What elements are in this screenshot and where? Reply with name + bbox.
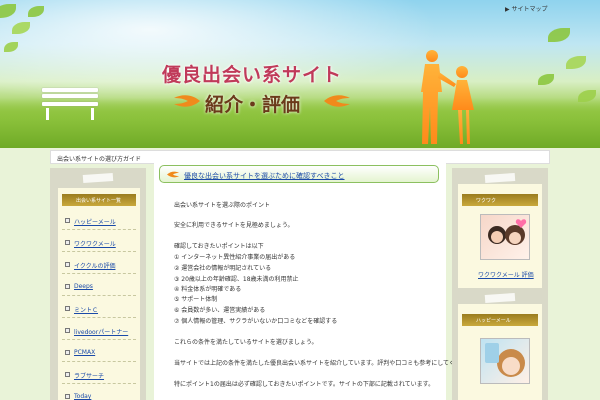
article-text: ⑤ サポート体制	[174, 296, 218, 303]
flame-icon	[167, 171, 179, 178]
checkbox-icon	[65, 240, 70, 245]
breadcrumb-text: 出会い系サイトの選び方ガイド	[57, 156, 142, 163]
article-text: ③ 20歳以上の年齢確認、18歳未満の利用禁止	[174, 276, 299, 283]
sitemap-link[interactable]: ▶ サイトマップ	[505, 4, 548, 13]
right-sidebar: ワクワク ワクワクメール 評価 ハッピーメール	[452, 168, 548, 400]
bench-illustration	[42, 88, 98, 120]
left-sidebar: 出会い系サイト一覧 ハッピーメール ワクワクメール イククルの評価 Deeps …	[50, 168, 146, 400]
flame-icon	[324, 95, 350, 107]
article-text: これらの条件を満たしているサイトを選びましょう。	[174, 339, 318, 346]
couple-silhouette-icon	[421, 50, 474, 144]
sidebar-item[interactable]: Today	[62, 386, 136, 400]
sidebar-item[interactable]: イククルの評価	[62, 254, 136, 274]
article-text: ① インターネット異性紹介事業の届出がある	[174, 254, 296, 261]
article-text: 当サイトでは上記の条件を満たした優良出会い系サイトを紹介しています。評判や口コミ…	[174, 360, 479, 367]
checkbox-icon	[65, 306, 70, 311]
checkbox-icon	[65, 284, 70, 289]
site-header: 優良出会い系サイト 紹介・評価 ▶ サイトマップ	[0, 0, 600, 148]
main-content: 優良な出会い系サイトを選ぶために確認すべきこと 出会い系サイトを選ぶ際のポイント…	[154, 160, 479, 400]
checkbox-icon	[65, 328, 70, 333]
checkbox-icon	[65, 262, 70, 267]
site-list-box: 出会い系サイト一覧 ハッピーメール ワクワクメール イククルの評価 Deeps …	[58, 188, 140, 400]
wakuwaku-box: ワクワク ワクワクメール 評価	[458, 184, 542, 288]
checkbox-icon	[65, 394, 70, 399]
article-text: ⑦ 個人情報の管理、サクラがいないか口コミなどを確認する	[174, 318, 338, 325]
happymail-box: ハッピーメール	[458, 304, 542, 400]
checkbox-icon	[65, 218, 70, 223]
wakuwaku-link[interactable]: ワクワクメール 評価	[478, 270, 534, 279]
article-title-link[interactable]: 優良な出会い系サイトを選ぶために確認すべきこと	[184, 171, 345, 181]
article-text: 安全に利用できるサイトを見極めましょう。	[174, 222, 294, 229]
flame-icon	[174, 95, 200, 107]
site-subtitle: 紹介・評価	[205, 94, 301, 116]
profile-photo[interactable]	[480, 214, 530, 260]
sidebar-item[interactable]: ラブサーチ	[62, 364, 136, 384]
wakuwaku-heading: ワクワク	[462, 194, 538, 206]
site-list-heading: 出会い系サイト一覧	[62, 194, 136, 206]
article-text: 特にポイント1の届出は必ず確認しておきたいポイントです。サイトの下部に記載されて…	[174, 381, 435, 388]
couple-photo-icon	[488, 219, 527, 245]
checkbox-icon	[65, 350, 70, 355]
article-text: 確認しておきたいポイントは以下	[174, 243, 264, 250]
article-text: ② 運営会社の情報が明記されている	[174, 265, 272, 272]
article-text: 出会い系サイトを選ぶ際のポイント	[174, 202, 271, 209]
sidebar-item[interactable]: ハッピーメール	[62, 210, 136, 230]
article-text: ⑥ 会員数が多い、運営実績がある	[174, 307, 266, 314]
sidebar-item[interactable]: ワクワクメール	[62, 232, 136, 252]
sidebar-item[interactable]: ミントＣ	[62, 298, 136, 318]
checkbox-icon	[65, 372, 70, 377]
woman-photo-icon	[485, 343, 525, 377]
tape-decoration	[484, 172, 516, 184]
site-title: 優良出会い系サイト	[162, 64, 343, 86]
tape-decoration	[82, 172, 114, 184]
article-title-bar: 優良な出会い系サイトを選ぶために確認すべきこと	[159, 165, 439, 183]
sidebar-item[interactable]: PCMAX	[62, 342, 136, 362]
profile-photo[interactable]	[480, 338, 530, 384]
article-text: ④ 料金体系が明確である	[174, 286, 242, 293]
sidebar-item[interactable]: livedoorパートナー	[62, 320, 136, 340]
happymail-heading: ハッピーメール	[462, 314, 538, 326]
tape-decoration	[484, 292, 516, 304]
sidebar-item[interactable]: Deeps	[62, 276, 136, 296]
